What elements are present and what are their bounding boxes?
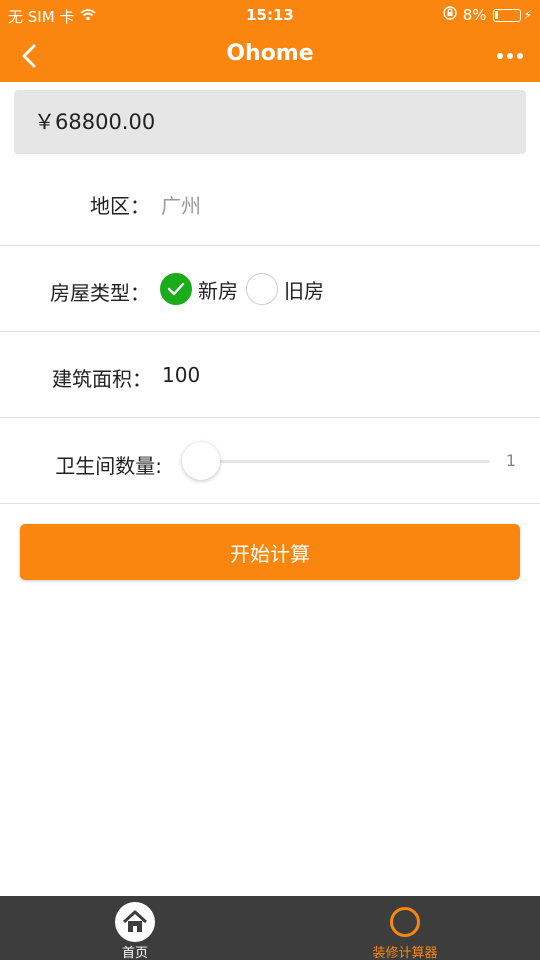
- more-button[interactable]: [490, 39, 530, 73]
- tab-calculator[interactable]: 装修计算器: [270, 896, 540, 960]
- radio-old-house-label: 旧房: [284, 278, 324, 303]
- more-dot-icon: [497, 53, 503, 59]
- region-label: 地区：: [90, 194, 150, 218]
- tab-bar: 首页 装修计算器: [0, 896, 540, 960]
- house-type-row: 房屋类型： 新房 旧房: [0, 246, 540, 332]
- calculator-icon: [390, 907, 420, 937]
- status-right: 8% ⚡: [443, 6, 532, 24]
- orientation-lock-icon: [443, 6, 457, 24]
- tab-calculator-label: 装修计算器: [372, 946, 438, 960]
- area-label: 建筑面积：: [52, 367, 152, 391]
- bathroom-label: 卫生间数量:: [55, 454, 162, 478]
- house-type-radio-group: 新房 旧房: [160, 273, 332, 305]
- checkmark-icon[interactable]: [160, 273, 192, 305]
- tab-home-label: 首页: [121, 946, 148, 960]
- radio-new-house[interactable]: 新房: [160, 273, 238, 305]
- status-bar: 无 SIM 卡 15:13 8% ⚡: [0, 0, 540, 30]
- area-input[interactable]: 100: [162, 363, 200, 387]
- tab-home[interactable]: 首页: [0, 896, 270, 960]
- more-dot-icon: [517, 53, 523, 59]
- radio-old-house[interactable]: 旧房: [246, 273, 324, 305]
- region-value[interactable]: 广州: [161, 190, 201, 219]
- price-display: ￥68800.00: [14, 90, 526, 154]
- bathroom-slider-track[interactable]: [200, 460, 490, 463]
- bathroom-slider-value: 1: [505, 451, 516, 470]
- more-dot-icon: [507, 53, 513, 59]
- region-row[interactable]: 地区： 广州: [0, 160, 540, 246]
- battery-percent: 8%: [462, 6, 487, 24]
- battery-icon: [492, 8, 521, 22]
- home-icon: [115, 902, 155, 942]
- bathroom-slider-thumb[interactable]: [182, 442, 220, 480]
- start-calculate-button[interactable]: 开始计算: [20, 524, 520, 580]
- page-title: Ohome: [226, 41, 314, 66]
- nav-bar: Ohome: [0, 30, 540, 82]
- radio-new-house-label: 新房: [198, 278, 238, 303]
- house-type-label: 房屋类型：: [50, 281, 150, 305]
- radio-unchecked-icon[interactable]: [246, 273, 278, 305]
- area-row[interactable]: 建筑面积： 100: [0, 332, 540, 418]
- charging-icon: ⚡: [523, 8, 532, 22]
- bathroom-row: 卫生间数量: 1: [0, 418, 540, 504]
